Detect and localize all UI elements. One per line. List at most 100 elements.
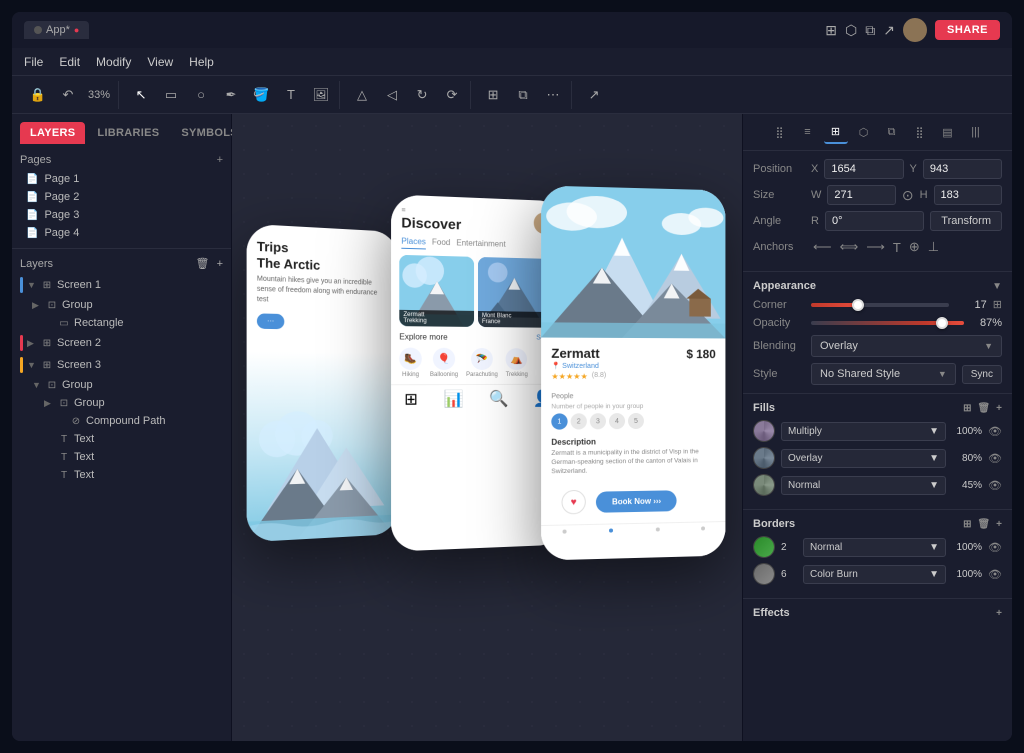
borders-add-icon[interactable]: + [996, 519, 1002, 530]
rotate-tool[interactable]: ↻ [408, 81, 436, 109]
transform-button[interactable]: Transform [930, 211, 1002, 231]
y-input[interactable] [923, 159, 1002, 179]
fill-blend-3[interactable]: Normal ▼ [781, 476, 946, 495]
w-input[interactable] [827, 185, 895, 205]
menu-help[interactable]: Help [189, 55, 214, 69]
pen-tool[interactable]: ✒ [217, 81, 245, 109]
corner-options-icon[interactable]: ⊞ [993, 298, 1002, 311]
card-2[interactable]: Mont BlancFrance [478, 256, 550, 327]
opacity-slider[interactable] [811, 321, 964, 325]
lock-icon[interactable]: 🔒 [24, 81, 52, 109]
wishlist-button[interactable]: ♥ [562, 490, 586, 515]
panel-tool-6[interactable]: ⣿ [908, 120, 932, 144]
panel-tool-7[interactable]: ▤ [936, 120, 960, 144]
undo-icon[interactable]: ↶ [54, 81, 82, 109]
flip-tool[interactable]: ⟳ [438, 81, 466, 109]
x-input[interactable] [824, 159, 903, 179]
people-2[interactable]: 2 [571, 413, 587, 429]
expand-screen1[interactable]: ▼ [27, 280, 37, 290]
fill-swatch-1[interactable] [753, 420, 775, 442]
r-input[interactable] [825, 211, 924, 231]
fill-eye-1[interactable]: 👁 [988, 425, 1002, 438]
phone-left-cta[interactable]: ··· [257, 312, 284, 328]
book-button[interactable]: Book Now ››› [596, 490, 677, 513]
fill-blend-1[interactable]: Multiply ▼ [781, 422, 946, 441]
nav-icon-1[interactable]: ⊞ [404, 389, 418, 409]
effects-add-icon[interactable]: + [996, 608, 1002, 619]
anchor-top-icon[interactable]: T [891, 238, 903, 257]
copy-tool[interactable]: ⧉ [509, 81, 537, 109]
activity-trekking[interactable]: ⛺ Trekking [506, 348, 528, 378]
menu-view[interactable]: View [147, 55, 173, 69]
text-tool[interactable]: T [277, 81, 305, 109]
canvas-area[interactable]: Trips The Arctic Mountain hikes give you… [232, 114, 742, 741]
activity-ballooning[interactable]: 🎈 Ballooning [430, 347, 458, 377]
phone-center[interactable]: ≡ Discover Places Food Entertainment [391, 194, 564, 551]
borders-options-icon[interactable]: ⊞ [963, 519, 971, 530]
expand-screen2[interactable]: ▶ [27, 338, 37, 349]
opacity-thumb[interactable] [936, 317, 948, 329]
layer-text1[interactable]: T Text [12, 430, 231, 448]
fill-eye-3[interactable]: 👁 [988, 479, 1002, 492]
layer-screen1[interactable]: ▼ ⊞ Screen 1 [12, 274, 231, 296]
card-1[interactable]: ZermattTrekking [399, 254, 474, 326]
ellipse-tool[interactable]: ○ [187, 81, 215, 109]
layer-screen3[interactable]: ▼ ⊞ Screen 3 [12, 354, 231, 376]
fills-options-icon[interactable]: ⊞ [963, 403, 971, 414]
border-swatch-2[interactable] [753, 563, 775, 585]
add-page-icon[interactable]: + [217, 154, 223, 166]
layer-group3[interactable]: ▶ ⊡ Group [12, 394, 231, 412]
sync-button[interactable]: Sync [962, 365, 1002, 384]
page-item-1[interactable]: 📄 Page 1 [20, 170, 223, 188]
corner-slider[interactable] [811, 303, 949, 307]
people-3[interactable]: 3 [590, 413, 606, 429]
select-tool[interactable]: ↖ [127, 81, 155, 109]
border-eye-2[interactable]: 👁 [988, 568, 1002, 581]
corner-thumb[interactable] [852, 299, 864, 311]
fills-add-icon[interactable]: + [996, 403, 1002, 414]
tab-libraries[interactable]: LIBRARIES [87, 122, 169, 144]
grid-tool[interactable]: ⊞ [479, 81, 507, 109]
people-4[interactable]: 4 [609, 413, 625, 429]
tab-entertainment[interactable]: Entertainment [456, 238, 505, 251]
page-item-3[interactable]: 📄 Page 3 [20, 206, 223, 224]
style-dropdown[interactable]: No Shared Style ▼ [811, 363, 956, 385]
panel-tool-1[interactable]: ⣿ [768, 120, 792, 144]
toolbar-icon-1[interactable]: ⊞ [825, 22, 837, 39]
layer-group2[interactable]: ▼ ⊡ Group [12, 376, 231, 394]
border-swatch-1[interactable] [753, 536, 775, 558]
toolbar-icon-4[interactable]: ↗ [883, 22, 895, 39]
expand-screen3[interactable]: ▼ [27, 360, 37, 370]
phone-left[interactable]: Trips The Arctic Mountain hikes give you… [247, 223, 399, 542]
panel-tool-5[interactable]: ⧉ [880, 120, 904, 144]
layer-compound[interactable]: ⊘ Compound Path [12, 412, 231, 430]
page-item-4[interactable]: 📄 Page 4 [20, 224, 223, 242]
tab-food[interactable]: Food [432, 237, 450, 250]
page-item-2[interactable]: 📄 Page 2 [20, 188, 223, 206]
appearance-expand-icon[interactable]: ▼ [992, 281, 1002, 292]
fill-swatch-3[interactable] [753, 474, 775, 496]
panel-tool-3[interactable]: ⊞ [824, 120, 848, 144]
layer-screen2[interactable]: ▶ ⊞ Screen 2 [12, 332, 231, 354]
arrow-tool[interactable]: ◁ [378, 81, 406, 109]
phone-right[interactable]: Zermatt $ 180 📍 Switzerland ★★★★★ (8.8) [541, 185, 725, 560]
fill-eye-2[interactable]: 👁 [988, 452, 1002, 465]
activity-hiking[interactable]: 🥾 Hiking [399, 347, 421, 378]
fill-blend-2[interactable]: Overlay ▼ [781, 449, 946, 468]
nav-icon-2[interactable]: 📊 [444, 389, 464, 409]
expand-group2[interactable]: ▼ [32, 380, 42, 390]
app-tab[interactable]: App* ● [24, 21, 89, 39]
tab-places[interactable]: Places [401, 236, 426, 249]
add-layer-icon[interactable]: + [217, 258, 223, 270]
border-eye-1[interactable]: 👁 [988, 541, 1002, 554]
more-tool[interactable]: ⋯ [539, 81, 567, 109]
menu-file[interactable]: File [24, 55, 43, 69]
fill-swatch-2[interactable] [753, 447, 775, 469]
blending-dropdown[interactable]: Overlay ▼ [811, 335, 1002, 357]
expand-group1[interactable]: ▶ [32, 300, 42, 311]
paintbucket-tool[interactable]: 🪣 [247, 81, 275, 109]
toolbar-icon-2[interactable]: ⬡ [845, 22, 857, 39]
panel-tool-8[interactable]: ||| [964, 120, 988, 144]
nav-icon-3[interactable]: 🔍 [489, 388, 509, 408]
anchor-right-icon[interactable]: ⟶ [864, 237, 887, 257]
